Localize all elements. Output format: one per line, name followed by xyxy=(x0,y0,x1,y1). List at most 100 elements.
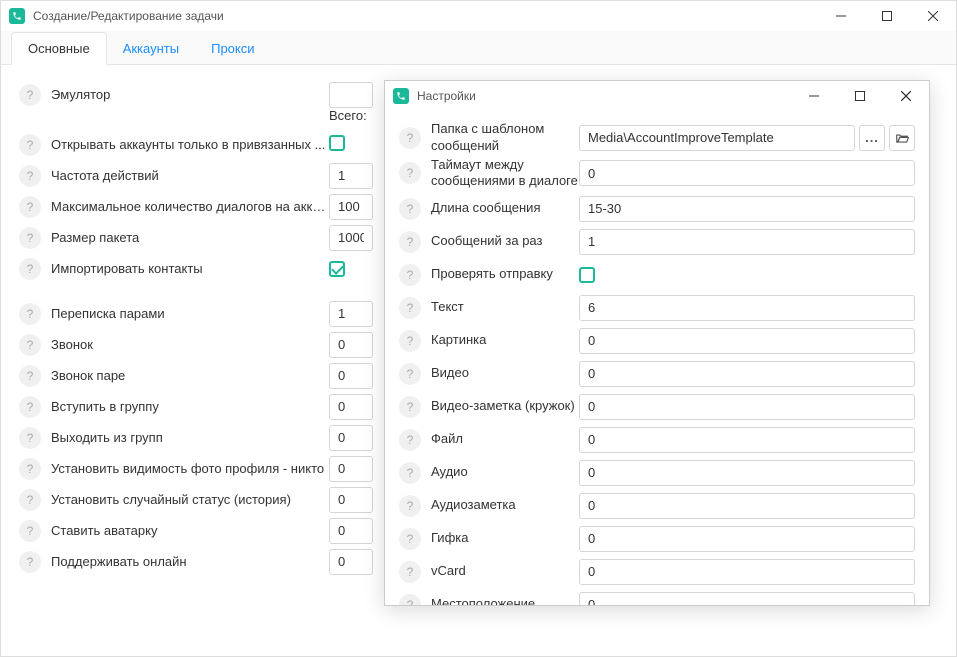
call-label: Звонок xyxy=(51,337,329,352)
help-icon[interactable]: ? xyxy=(399,231,421,253)
template-path-input[interactable] xyxy=(579,125,855,151)
timeout-input[interactable] xyxy=(579,160,915,186)
keep-online-input[interactable] xyxy=(329,549,373,575)
row-video-note: ? Видео-заметка (кружок) xyxy=(399,390,915,423)
dialog-close-button[interactable] xyxy=(883,81,929,111)
help-icon[interactable]: ? xyxy=(19,396,41,418)
text-label: Текст xyxy=(431,299,579,315)
tab-main[interactable]: Основные xyxy=(11,32,107,65)
tab-proxy[interactable]: Прокси xyxy=(195,33,270,64)
help-icon[interactable]: ? xyxy=(19,458,41,480)
set-avatar-input[interactable] xyxy=(329,518,373,544)
call-pair-label: Звонок паре xyxy=(51,368,329,383)
help-icon[interactable]: ? xyxy=(399,363,421,385)
row-file: ? Файл xyxy=(399,423,915,456)
row-image: ? Картинка xyxy=(399,324,915,357)
help-icon[interactable]: ? xyxy=(399,429,421,451)
photo-visibility-input[interactable] xyxy=(329,456,373,482)
row-msg-len: ? Длина сообщения xyxy=(399,192,915,225)
open-bound-checkbox[interactable] xyxy=(329,135,345,151)
help-icon[interactable]: ? xyxy=(19,489,41,511)
audio-label: Аудио xyxy=(431,464,579,480)
packet-size-input[interactable] xyxy=(329,225,373,251)
pairs-label: Переписка парами xyxy=(51,306,329,321)
dialog-window-controls xyxy=(791,81,929,111)
settings-dialog: Настройки ? Папка с шаблоном сообщений .… xyxy=(384,80,930,606)
row-vcard: ? vCard xyxy=(399,555,915,588)
file-input[interactable] xyxy=(579,427,915,453)
close-button[interactable] xyxy=(910,1,956,31)
help-icon[interactable]: ? xyxy=(399,330,421,352)
help-icon[interactable]: ? xyxy=(19,134,41,156)
maximize-button[interactable] xyxy=(864,1,910,31)
help-icon[interactable]: ? xyxy=(399,162,421,184)
tab-accounts[interactable]: Аккаунты xyxy=(107,33,195,64)
row-msg-at-once: ? Сообщений за раз xyxy=(399,225,915,258)
help-icon[interactable]: ? xyxy=(399,264,421,286)
call-pair-input[interactable] xyxy=(329,363,373,389)
dialog-minimize-button[interactable] xyxy=(791,81,837,111)
join-group-input[interactable] xyxy=(329,394,373,420)
pairs-input[interactable] xyxy=(329,301,373,327)
help-icon[interactable]: ? xyxy=(399,528,421,550)
image-input[interactable] xyxy=(579,328,915,354)
audio-input[interactable] xyxy=(579,460,915,486)
timeout-label: Таймаут между сообщениями в диалоге xyxy=(431,157,579,190)
help-icon[interactable]: ? xyxy=(399,297,421,319)
help-icon[interactable]: ? xyxy=(399,561,421,583)
open-bound-label: Открывать аккаунты только в привязанных … xyxy=(51,137,329,152)
help-icon[interactable]: ? xyxy=(19,227,41,249)
keep-online-label: Поддерживать онлайн xyxy=(51,554,329,569)
msg-at-once-input[interactable] xyxy=(579,229,915,255)
help-icon[interactable]: ? xyxy=(19,165,41,187)
row-check-send: ? Проверять отправку xyxy=(399,258,915,291)
help-icon[interactable]: ? xyxy=(19,84,41,106)
max-dialogs-label: Максимальное количество диалогов на акка… xyxy=(51,199,329,214)
help-icon[interactable]: ? xyxy=(19,196,41,218)
dialog-maximize-button[interactable] xyxy=(837,81,883,111)
leave-groups-input[interactable] xyxy=(329,425,373,451)
gif-input[interactable] xyxy=(579,526,915,552)
help-icon[interactable]: ? xyxy=(399,396,421,418)
help-icon[interactable]: ? xyxy=(399,495,421,517)
image-label: Картинка xyxy=(431,332,579,348)
minimize-button[interactable] xyxy=(818,1,864,31)
audio-note-input[interactable] xyxy=(579,493,915,519)
video-note-label: Видео-заметка (кружок) xyxy=(431,398,579,414)
packet-size-label: Размер пакета xyxy=(51,230,329,245)
freq-input[interactable] xyxy=(329,163,373,189)
help-icon[interactable]: ? xyxy=(19,303,41,325)
msg-len-input[interactable] xyxy=(579,196,915,222)
vcard-input[interactable] xyxy=(579,559,915,585)
video-note-input[interactable] xyxy=(579,394,915,420)
call-input[interactable] xyxy=(329,332,373,358)
location-input[interactable] xyxy=(579,592,915,606)
random-status-input[interactable] xyxy=(329,487,373,513)
video-input[interactable] xyxy=(579,361,915,387)
help-icon[interactable]: ? xyxy=(399,127,421,149)
row-audio-note: ? Аудиозаметка xyxy=(399,489,915,522)
help-icon[interactable]: ? xyxy=(399,462,421,484)
dialog-titlebar: Настройки xyxy=(385,81,929,111)
dialog-body: ? Папка с шаблоном сообщений ... ? Тайма… xyxy=(385,111,929,605)
help-icon[interactable]: ? xyxy=(19,258,41,280)
help-icon[interactable]: ? xyxy=(19,520,41,542)
open-folder-button[interactable] xyxy=(889,125,915,151)
photo-visibility-label: Установить видимость фото профиля - никт… xyxy=(51,461,329,476)
help-icon[interactable]: ? xyxy=(19,427,41,449)
help-icon[interactable]: ? xyxy=(399,198,421,220)
emulator-input[interactable] xyxy=(329,82,373,108)
row-timeout: ? Таймаут между сообщениями в диалоге xyxy=(399,154,915,192)
import-contacts-checkbox[interactable] xyxy=(329,261,345,277)
gif-label: Гифка xyxy=(431,530,579,546)
max-dialogs-input[interactable] xyxy=(329,194,373,220)
browse-path-button[interactable]: ... xyxy=(859,125,885,151)
help-icon[interactable]: ? xyxy=(19,365,41,387)
help-icon[interactable]: ? xyxy=(399,594,421,606)
check-send-checkbox[interactable] xyxy=(579,267,595,283)
text-input[interactable] xyxy=(579,295,915,321)
main-window-controls xyxy=(818,1,956,31)
help-icon[interactable]: ? xyxy=(19,334,41,356)
set-avatar-label: Ставить аватарку xyxy=(51,523,329,538)
help-icon[interactable]: ? xyxy=(19,551,41,573)
